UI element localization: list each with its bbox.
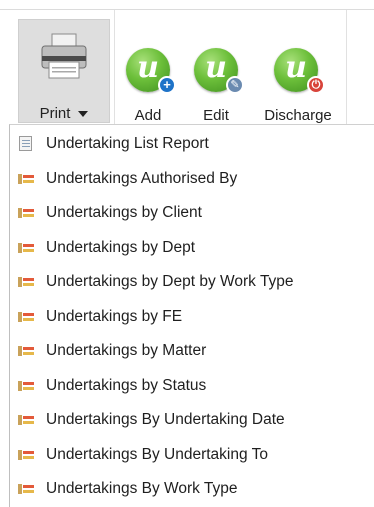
menu-item-by-status[interactable]: Undertakings by Status: [10, 369, 374, 403]
menu-item-label: Undertakings By Undertaking To: [46, 446, 269, 463]
add-button[interactable]: u + Add: [120, 20, 176, 124]
menu-item-label: Undertakings by Status: [46, 377, 207, 394]
ribbon-separator: [114, 10, 115, 124]
print-button[interactable]: Print: [18, 19, 110, 123]
ball-glyph: u: [285, 50, 307, 85]
menu-item-by-undertaking-to[interactable]: Undertakings By Undertaking To: [10, 438, 374, 472]
menu-item-authorised-by[interactable]: Undertakings Authorised By: [10, 162, 374, 196]
menu-item-label: Undertakings by Client: [46, 204, 202, 221]
menu-item-label: Undertakings by Dept by Work Type: [46, 273, 294, 290]
ball-glyph: u: [137, 50, 159, 85]
list-report-icon: [16, 376, 36, 396]
menu-item-by-work-type[interactable]: Undertakings By Work Type: [10, 472, 374, 506]
menu-item-by-dept[interactable]: Undertakings by Dept: [10, 231, 374, 265]
print-label-wrap: Print: [19, 105, 109, 122]
list-report-icon: [16, 341, 36, 361]
menu-item-label: Undertakings by FE: [46, 308, 183, 325]
menu-item-label: Undertakings By Work Type: [46, 480, 238, 497]
edit-label: Edit: [203, 107, 229, 124]
plus-badge-icon: +: [158, 76, 176, 94]
pencil-badge-icon: ✎: [226, 76, 244, 94]
menu-item-label: Undertaking List Report: [46, 135, 209, 152]
report-icon: [16, 134, 36, 154]
power-badge-icon: ⏻: [307, 76, 325, 94]
ribbon: Print u + Add u ✎ Edit u ⏻ Discharge: [0, 0, 374, 124]
menu-item-label: Undertakings By Undertaking Date: [46, 411, 285, 428]
discharge-label: Discharge: [264, 107, 332, 124]
list-report-icon: [16, 272, 36, 292]
chevron-down-icon[interactable]: [78, 111, 89, 118]
list-report-icon: [16, 410, 36, 430]
discharge-button[interactable]: u ⏻ Discharge: [252, 20, 344, 124]
printer-icon: [41, 33, 87, 79]
menu-item-undertaking-list-report[interactable]: Undertaking List Report: [10, 127, 374, 161]
ribbon-top-border: [0, 9, 374, 10]
print-dropdown-menu: Undertaking List Report Undertakings Aut…: [9, 124, 374, 507]
menu-item-label: Undertakings Authorised By: [46, 170, 238, 187]
menu-item-by-dept-by-work-type[interactable]: Undertakings by Dept by Work Type: [10, 265, 374, 299]
menu-item-label: Undertakings by Dept: [46, 239, 196, 256]
list-report-icon: [16, 307, 36, 327]
menu-item-label: Undertakings by Matter: [46, 342, 207, 359]
menu-item-by-undertaking-date[interactable]: Undertakings By Undertaking Date: [10, 403, 374, 437]
add-label: Add: [134, 107, 162, 124]
list-report-icon: [16, 238, 36, 258]
ball-glyph: u: [205, 50, 227, 85]
menu-item-by-client[interactable]: Undertakings by Client: [10, 196, 374, 230]
print-label: Print: [39, 105, 71, 122]
list-report-icon: [16, 203, 36, 223]
menu-item-by-fe[interactable]: Undertakings by FE: [10, 300, 374, 334]
list-report-icon: [16, 445, 36, 465]
list-report-icon: [16, 169, 36, 189]
edit-button[interactable]: u ✎ Edit: [188, 20, 244, 124]
menu-item-by-matter[interactable]: Undertakings by Matter: [10, 334, 374, 368]
list-report-icon: [16, 479, 36, 499]
ribbon-separator: [346, 10, 347, 124]
